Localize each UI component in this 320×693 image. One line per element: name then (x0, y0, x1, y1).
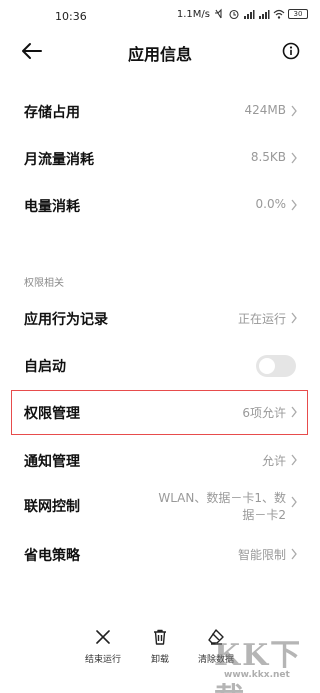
watermark-url: www.kkx.net (224, 670, 290, 680)
chevron-right-icon (291, 152, 297, 164)
power-label: 电量消耗 (24, 199, 80, 215)
chevron-right-icon (291, 496, 297, 508)
status-bar: 10:36 1.1M/s 30 (0, 0, 320, 36)
traffic-label: 月流量消耗 (24, 152, 94, 168)
storage-label: 存储占用 (24, 105, 80, 121)
network-value-line1: WLAN、数据－卡1、数 (158, 491, 286, 505)
chevron-right-icon (291, 105, 297, 117)
behavior-row[interactable]: 应用行为记录 正在运行 (0, 296, 320, 340)
force-stop-label: 结束运行 (84, 655, 121, 665)
notifications-value: 允许 (261, 454, 286, 468)
mute-icon (215, 8, 222, 19)
notifications-label: 通知管理 (24, 454, 80, 470)
chevron-right-icon (291, 199, 297, 211)
trash-icon (154, 629, 166, 645)
section-header: 权限相关 (24, 278, 64, 289)
uninstall-button[interactable]: 卸载 (130, 628, 190, 665)
behavior-value: 正在运行 (237, 312, 286, 326)
permissions-row[interactable]: 权限管理 6项允许 (0, 390, 320, 434)
watermark-logo: KK下载 (214, 638, 303, 693)
behavior-label: 应用行为记录 (24, 312, 108, 328)
battery-saver-label: 省电策略 (24, 548, 80, 564)
alarm-icon (229, 9, 239, 20)
storage-value: 424MB (244, 103, 287, 117)
autostart-row: 自启动 (0, 343, 320, 387)
watermark: KK下载 www.kkx.net (204, 626, 314, 693)
notifications-row[interactable]: 通知管理 允许 (0, 438, 320, 482)
network-value: WLAN、数据－卡1、数 据－卡2 (146, 490, 286, 524)
toggle-knob (259, 358, 275, 374)
traffic-value: 8.5KB (250, 150, 286, 164)
page-title: 应用信息 (127, 45, 192, 64)
signal-icon (244, 10, 255, 19)
close-icon (96, 630, 110, 644)
traffic-row[interactable]: 月流量消耗 8.5KB (0, 136, 320, 180)
chevron-right-icon (291, 548, 297, 560)
battery-icon: 30 (288, 9, 308, 19)
autostart-label: 自启动 (24, 359, 66, 375)
network-value-line2: 据－卡2 (242, 508, 286, 522)
chevron-right-icon (291, 454, 297, 466)
permissions-value: 6项允许 (242, 406, 286, 420)
wifi-icon (273, 9, 285, 19)
network-label: 联网控制 (24, 499, 80, 515)
info-icon[interactable] (282, 42, 300, 60)
permissions-label: 权限管理 (24, 406, 80, 422)
battery-saver-row[interactable]: 省电策略 智能限制 (0, 532, 320, 576)
signal-2-icon (259, 10, 270, 19)
network-row[interactable]: 联网控制 WLAN、数据－卡1、数 据－卡2 (0, 486, 320, 538)
network-speed: 1.1M/s (176, 8, 210, 20)
chevron-right-icon (291, 312, 297, 324)
status-time: 10:36 (55, 10, 87, 23)
battery-saver-value: 智能限制 (237, 548, 286, 562)
power-row[interactable]: 电量消耗 0.0% (0, 183, 320, 227)
chevron-right-icon (291, 406, 297, 418)
autostart-toggle[interactable] (256, 355, 296, 377)
storage-row[interactable]: 存储占用 424MB (0, 89, 320, 133)
power-value: 0.0% (255, 197, 287, 211)
status-icons: 1.1M/s 30 (177, 8, 308, 20)
force-stop-button[interactable]: 结束运行 (73, 628, 133, 665)
app-header: 应用信息 (0, 34, 320, 68)
uninstall-label: 卸载 (150, 655, 169, 665)
